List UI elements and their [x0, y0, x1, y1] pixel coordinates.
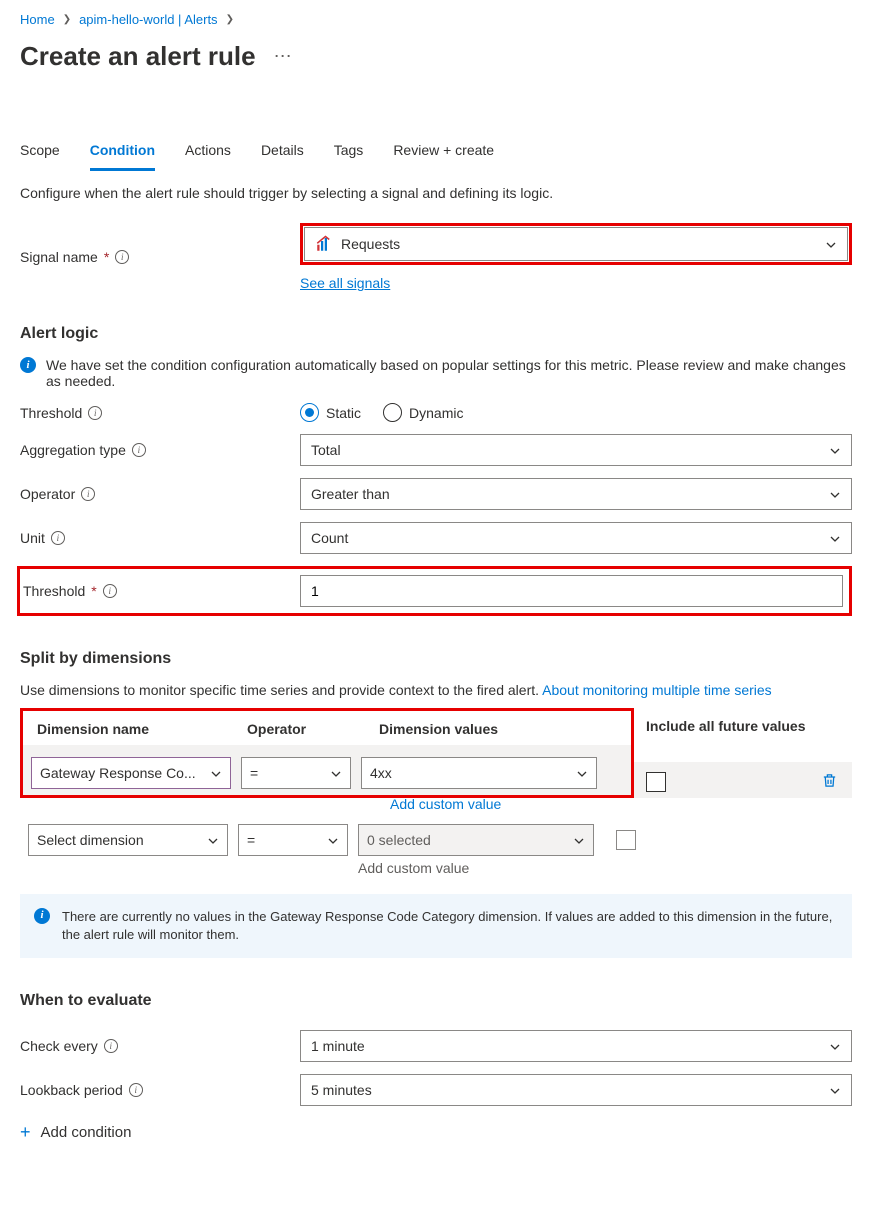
dimension-name-select-2[interactable]: Select dimension [28, 824, 228, 856]
chevron-down-icon [829, 1040, 841, 1052]
info-icon: i [34, 908, 50, 924]
breadcrumb-item[interactable]: apim-hello-world | Alerts [79, 12, 217, 27]
alert-logic-heading: Alert logic [20, 325, 852, 343]
monitoring-series-link[interactable]: About monitoring multiple time series [542, 682, 772, 698]
info-icon[interactable]: i [104, 1039, 118, 1053]
dimension-values-select[interactable]: 4xx [361, 757, 597, 789]
dimension-name-select[interactable]: Gateway Response Co... [31, 757, 231, 789]
lookback-period-label: Lookback period i [20, 1082, 300, 1098]
chevron-down-icon [829, 488, 841, 500]
alert-logic-info: We have set the condition configuration … [46, 357, 852, 389]
chevron-down-icon [330, 767, 342, 779]
tab-tags[interactable]: Tags [334, 136, 364, 171]
lookback-period-select[interactable]: 5 minutes [300, 1074, 852, 1106]
check-every-select[interactable]: 1 minute [300, 1030, 852, 1062]
operator-label: Operator i [20, 486, 300, 502]
col-operator: Operator [247, 721, 379, 737]
chevron-down-icon [207, 834, 219, 846]
unit-label: Unit i [20, 530, 300, 546]
aggregation-type-select[interactable]: Total [300, 434, 852, 466]
chevron-down-icon [829, 532, 841, 544]
info-icon[interactable]: i [115, 250, 129, 264]
tab-scope[interactable]: Scope [20, 136, 60, 171]
add-custom-value-link[interactable]: Add custom value [390, 796, 501, 812]
plus-icon: + [20, 1122, 31, 1143]
include-future-checkbox[interactable] [646, 772, 666, 792]
threshold-value-label: Threshold * i [20, 583, 300, 599]
chevron-down-icon [825, 238, 837, 250]
info-icon[interactable]: i [103, 584, 117, 598]
breadcrumb: Home ❯ apim-hello-world | Alerts ❯ [20, 10, 852, 35]
operator-select[interactable]: Greater than [300, 478, 852, 510]
tabs: Scope Condition Actions Details Tags Rev… [20, 136, 852, 171]
chevron-down-icon [327, 834, 339, 846]
info-icon[interactable]: i [132, 443, 146, 457]
col-dimension-name: Dimension name [37, 721, 247, 737]
breadcrumb-home[interactable]: Home [20, 12, 55, 27]
add-condition-button[interactable]: + Add condition [20, 1122, 852, 1143]
tab-details[interactable]: Details [261, 136, 304, 171]
dimension-operator-select[interactable]: = [241, 757, 351, 789]
tab-actions[interactable]: Actions [185, 136, 231, 171]
chart-icon [315, 235, 333, 253]
tab-review[interactable]: Review + create [393, 136, 494, 171]
dimension-info-note: There are currently no values in the Gat… [62, 908, 838, 944]
chevron-down-icon [829, 444, 841, 456]
chevron-down-icon [829, 1084, 841, 1096]
signal-name-label: Signal name * i [20, 249, 300, 265]
check-every-label: Check every i [20, 1038, 300, 1054]
info-icon[interactable]: i [81, 487, 95, 501]
split-dimensions-heading: Split by dimensions [20, 650, 852, 668]
info-icon: i [20, 357, 36, 373]
chevron-down-icon [210, 767, 222, 779]
col-include-future: Include all future values [634, 708, 852, 762]
dimensions-description: Use dimensions to monitor specific time … [20, 682, 852, 698]
info-icon[interactable]: i [51, 531, 65, 545]
when-to-evaluate-heading: When to evaluate [20, 992, 852, 1010]
condition-description: Configure when the alert rule should tri… [20, 185, 852, 201]
dimension-table-header: Dimension name Operator Dimension values [23, 711, 631, 745]
delete-icon[interactable] [821, 772, 844, 792]
threshold-static-radio[interactable]: Static [300, 403, 361, 422]
see-all-signals-link[interactable]: See all signals [300, 275, 390, 291]
unit-select[interactable]: Count [300, 522, 852, 554]
include-future-checkbox-2[interactable] [616, 830, 636, 850]
info-icon[interactable]: i [88, 406, 102, 420]
chevron-down-icon [576, 767, 588, 779]
signal-name-select[interactable]: Requests [304, 227, 848, 261]
chevron-right-icon: ❯ [63, 14, 71, 25]
info-icon[interactable]: i [129, 1083, 143, 1097]
more-icon[interactable]: ⋯ [274, 46, 292, 67]
threshold-dynamic-radio[interactable]: Dynamic [383, 403, 463, 422]
col-dimension-values: Dimension values [379, 721, 617, 737]
threshold-label: Threshold i [20, 405, 300, 421]
add-custom-value-link-2[interactable]: Add custom value [358, 860, 594, 876]
chevron-down-icon [573, 834, 585, 846]
chevron-right-icon: ❯ [226, 14, 234, 25]
threshold-value-input[interactable] [300, 575, 843, 607]
page-title: Create an alert rule [20, 41, 256, 72]
dimension-operator-select-2[interactable]: = [238, 824, 348, 856]
aggregation-type-label: Aggregation type i [20, 442, 300, 458]
tab-condition[interactable]: Condition [90, 136, 155, 171]
dimension-values-select-2[interactable]: 0 selected [358, 824, 594, 856]
